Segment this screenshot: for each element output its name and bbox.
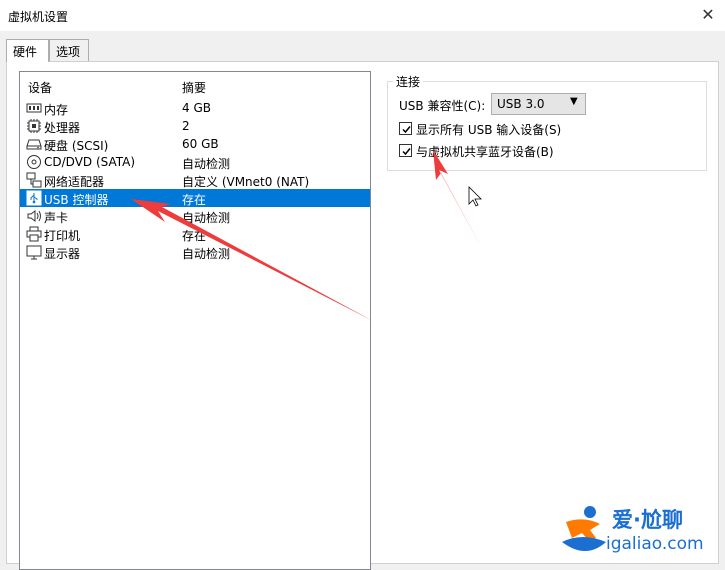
mouse-cursor-icon xyxy=(468,186,482,207)
annotation-arrow-usb xyxy=(131,199,373,321)
watermark-brand: 爱·尬聊 xyxy=(612,508,683,532)
watermark-url: igaliao.com xyxy=(606,534,704,554)
watermark-logo-icon xyxy=(562,506,606,551)
tab-hardware-label: 硬件 xyxy=(13,45,38,59)
annotation-overlay xyxy=(131,150,484,321)
tab-hardware[interactable]: 硬件 xyxy=(6,39,49,62)
watermark: 爱·尬聊 igaliao.com xyxy=(560,500,720,562)
